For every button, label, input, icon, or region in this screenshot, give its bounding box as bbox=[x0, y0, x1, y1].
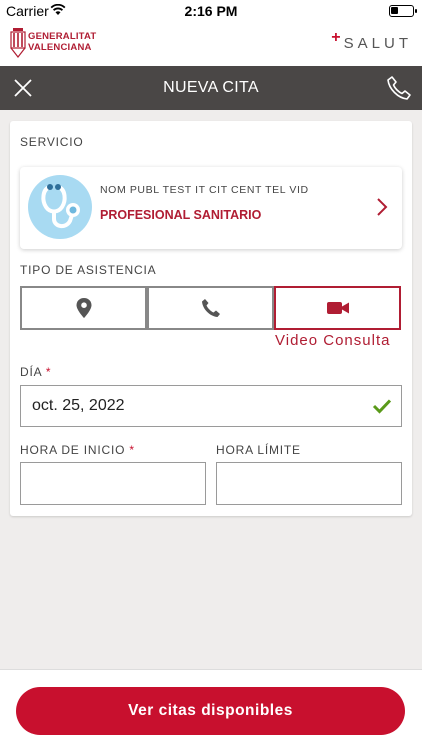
video-camera-icon bbox=[326, 302, 349, 314]
service-selector[interactable]: NOM PUBL TEST IT CIT CENT TEL VID PROFES… bbox=[20, 167, 402, 249]
assistance-in-person-option[interactable] bbox=[20, 286, 147, 330]
generalitat-name: GENERALITAT VALENCIANA bbox=[28, 31, 96, 53]
salut-plus: + bbox=[331, 29, 341, 46]
clock: 2:16 PM bbox=[184, 3, 238, 19]
service-name: NOM PUBL TEST IT CIT CENT TEL VID bbox=[100, 184, 309, 196]
location-pin-icon bbox=[76, 298, 91, 318]
start-time-label: HORA DE INICIO * bbox=[20, 443, 135, 457]
assistance-phone-option[interactable] bbox=[147, 286, 274, 330]
phone-icon bbox=[201, 299, 220, 317]
org-line-2: VALENCIANA bbox=[28, 42, 92, 53]
salut-name: SALUT bbox=[343, 35, 412, 52]
brand-header: GENERALITAT VALENCIANA + SALUT bbox=[0, 22, 422, 66]
limit-time-label: HORA LÍMITE bbox=[216, 443, 301, 457]
limit-time-field[interactable] bbox=[216, 462, 402, 505]
service-label: SERVICIO bbox=[20, 135, 84, 149]
required-marker: * bbox=[45, 365, 52, 379]
battery-icon bbox=[389, 5, 417, 17]
footer-bar: Ver citas disponibles bbox=[0, 669, 422, 750]
assistance-type-label: TIPO DE ASISTENCIA bbox=[20, 263, 157, 277]
start-time-field[interactable] bbox=[20, 462, 206, 505]
page-title: NUEVA CITA bbox=[163, 79, 259, 96]
navigation-bar: NUEVA CITA bbox=[0, 66, 422, 110]
service-type: PROFESIONAL SANITARIO bbox=[100, 208, 262, 222]
stethoscope-icon bbox=[28, 175, 92, 239]
start-time-label-text: HORA DE INICIO bbox=[20, 443, 126, 457]
checkmark-icon bbox=[372, 399, 392, 414]
required-marker: * bbox=[129, 443, 135, 457]
appointment-form-card: SERVICIO NOM PUBL TEST IT CIT CENT TEL V… bbox=[10, 121, 412, 516]
day-label-text: DÍA bbox=[20, 365, 42, 379]
day-field[interactable]: oct. 25, 2022 bbox=[20, 385, 402, 427]
selected-assistance-caption: Video Consulta bbox=[275, 332, 391, 349]
day-label: DÍA * bbox=[20, 365, 51, 379]
assistance-video-option[interactable] bbox=[274, 286, 401, 330]
day-value: oct. 25, 2022 bbox=[32, 397, 125, 414]
phone-icon[interactable] bbox=[386, 75, 412, 101]
view-available-appointments-button[interactable]: Ver citas disponibles bbox=[16, 687, 405, 735]
salut-logo: + SALUT bbox=[331, 29, 412, 53]
generalitat-logo bbox=[10, 28, 26, 58]
chevron-right-icon bbox=[377, 198, 388, 216]
status-bar: Carrier 2:16 PM bbox=[0, 0, 422, 22]
org-line-1: GENERALITAT bbox=[28, 31, 97, 42]
